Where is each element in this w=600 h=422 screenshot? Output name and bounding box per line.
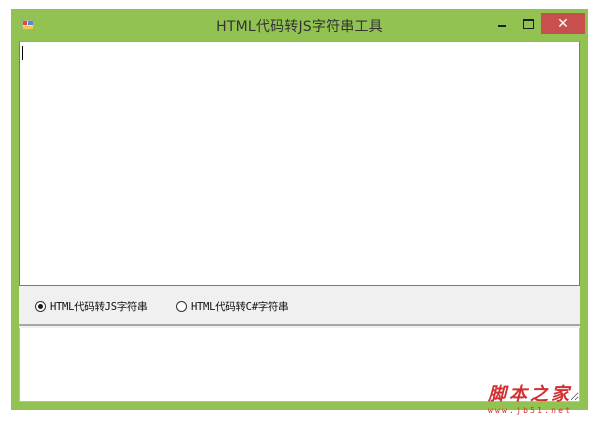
minimize-icon [498,25,506,27]
radio-option-csharp[interactable]: HTML代码转C#字符串 [176,299,289,314]
watermark-logo-text: 脚本之家 [488,384,572,405]
radio-button-js[interactable] [35,301,46,312]
app-window: HTML代码转JS字符串工具 ✕ HTML代码转JS字符串 HTML代码转C#字… [11,9,588,410]
client-area: HTML代码转JS字符串 HTML代码转C#字符串 [19,41,580,402]
title-bar[interactable]: HTML代码转JS字符串工具 ✕ [11,9,588,41]
radio-option-js[interactable]: HTML代码转JS字符串 [35,299,148,314]
conversion-options-panel: HTML代码转JS字符串 HTML代码转C#字符串 [19,286,580,326]
html-input-textarea[interactable] [19,41,580,286]
text-caret [22,46,23,60]
minimize-button[interactable] [488,14,516,34]
close-icon: ✕ [557,15,569,32]
radio-button-csharp[interactable] [176,301,187,312]
html-input-container [19,41,580,286]
site-watermark: 脚本之家 www.jb51.net [488,380,598,420]
radio-label-js[interactable]: HTML代码转JS字符串 [50,299,148,314]
close-button[interactable]: ✕ [541,13,585,34]
watermark-url: www.jb51.net [488,406,573,415]
radio-label-csharp[interactable]: HTML代码转C#字符串 [191,299,289,314]
maximize-icon [522,19,534,29]
maximize-button[interactable] [516,14,540,34]
